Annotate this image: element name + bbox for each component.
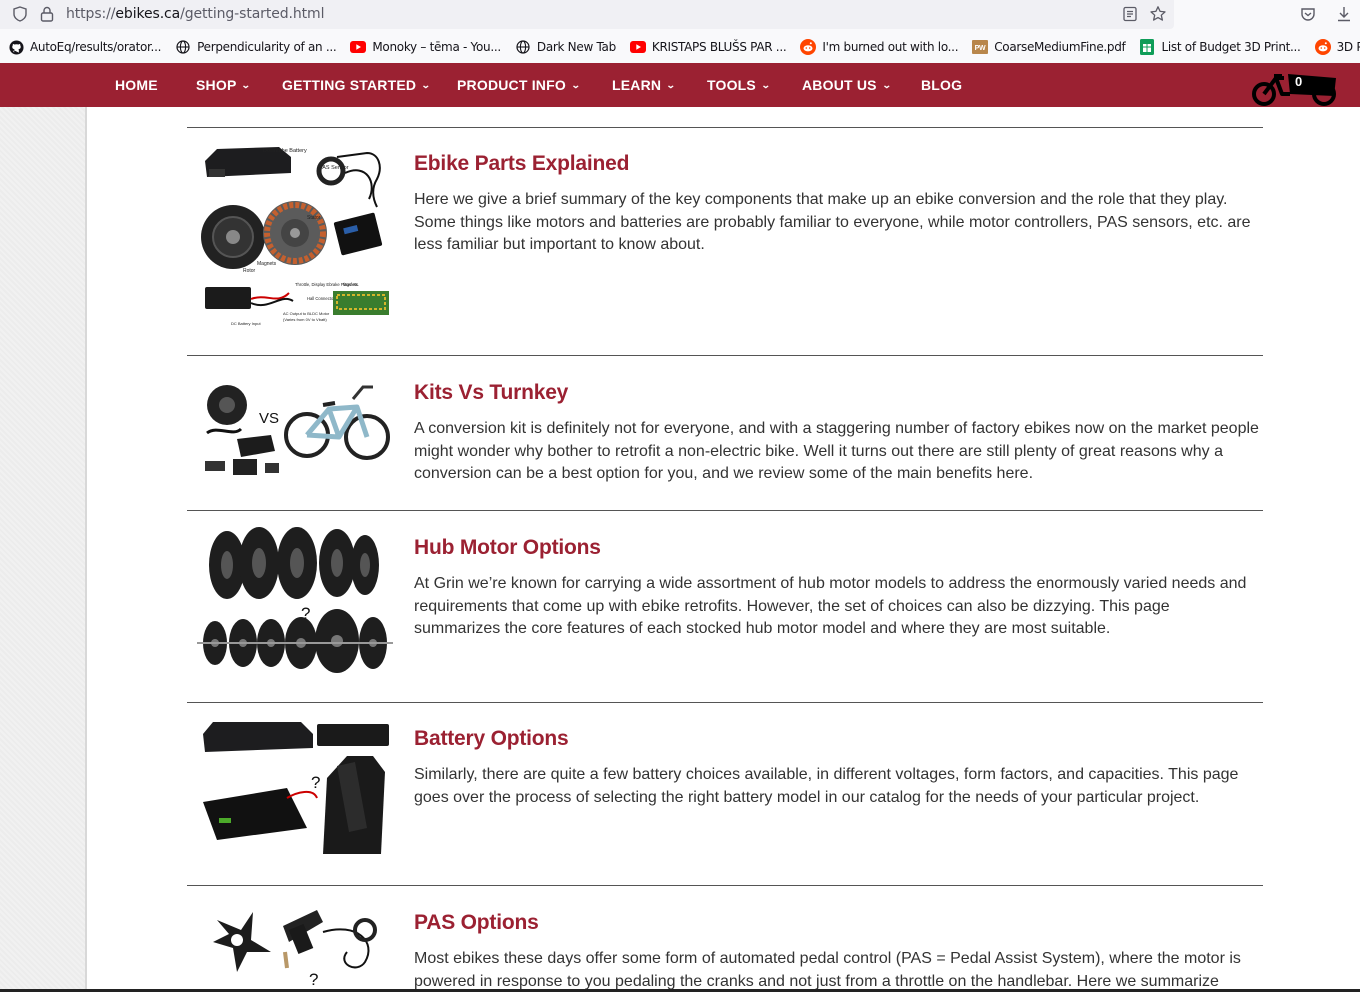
entry-description: A conversion kit is definitely not for e… [414,420,1259,482]
shield-icon[interactable] [11,5,29,23]
entry-description: Similarly, there are quite a few battery… [414,766,1239,806]
ebike-parts-image[interactable]: Downtube Battery PAS Sensor Magnets Roto… [197,143,393,329]
nav-home[interactable]: HOME [115,63,158,107]
globe-icon [175,39,191,55]
bookmark-label: List of Budget 3D Print... [1161,40,1301,54]
bookmark-label: Perpendicularity of an ... [197,40,337,54]
reddit-icon [800,39,817,55]
nav-label: LEARN [612,77,662,93]
bookmark-label: Dark New Tab [536,40,616,54]
url-text[interactable]: https://ebikes.ca/getting-started.html [66,6,324,22]
url-host: ebikes.ca [115,6,181,22]
bookmark-label: AutoEq/results/orator... [30,40,162,54]
image-label: DC Battery Input [231,321,261,326]
image-label: Downtube Battery [263,148,307,154]
bookmark-item[interactable]: Dark New Tab [507,39,622,55]
image-label: Mosfets [343,282,358,287]
globe-icon [515,39,531,55]
chevron-down-icon: ⌄ [570,79,581,90]
nav-label: GETTING STARTED [282,77,417,93]
bookmark-label: Monoky – tēma - You... [372,40,501,54]
address-bar[interactable]: https://ebikes.ca/getting-started.html [0,0,1174,29]
entry-title-link[interactable]: Hub Motor Options [414,536,601,560]
entry-title-link[interactable]: Kits Vs Turnkey [414,381,568,405]
question-mark-label: ? [309,970,318,989]
chevron-down-icon: ⌄ [241,79,252,90]
nav-about-us[interactable]: ABOUT US ⌄ [802,63,892,107]
chevron-down-icon: ⌄ [666,79,677,90]
entry-title-link[interactable]: PAS Options [414,911,539,935]
bookmark-item[interactable]: 3D Printed Subaru W [1307,39,1360,55]
divider [187,355,1263,356]
question-mark-label: ? [311,773,320,792]
image-label: Hall Connector [307,296,335,301]
divider [187,127,1263,128]
nav-blog[interactable]: BLOG [921,63,962,107]
entry-title-link[interactable]: Ebike Parts Explained [414,152,629,176]
svg-text:PW: PW [975,45,986,52]
nav-label: PRODUCT INFO [457,77,566,93]
image-label: AC Output to BLDC Motor [283,311,330,316]
nav-label: TOOLS [707,77,756,93]
reader-view-icon[interactable] [1121,5,1139,23]
bookmark-item[interactable]: I'm burned out with lo... [792,39,964,55]
chevron-down-icon: ⌄ [760,79,771,90]
bookmark-item[interactable]: AutoEq/results/orator... [0,39,167,55]
nav-label: BLOG [921,77,963,93]
url-prefix: https:// [66,6,116,22]
cart-count: 0 [1295,74,1303,89]
youtube-icon [629,39,646,55]
divider [187,510,1263,511]
bookmark-label: I'm burned out with lo... [822,40,959,54]
pocket-icon[interactable] [1298,5,1318,23]
entry-description: At Grin we’re known for carrying a wide … [414,575,1247,637]
entry-title-link[interactable]: Battery Options [414,727,569,751]
bookmark-star-icon[interactable] [1148,4,1168,24]
lock-icon[interactable] [38,5,56,23]
image-label: Stator [307,215,321,221]
nav-tools[interactable]: TOOLS ⌄ [707,63,771,107]
bookmarks-toolbar: AutoEq/results/orator... Perpendicularit… [0,31,1360,63]
download-icon[interactable] [1334,4,1354,24]
vs-label: VS [259,410,279,427]
bookmark-item[interactable]: PW CoarseMediumFine.pdf [964,39,1131,55]
divider [187,885,1263,886]
nav-label: SHOP [196,77,237,93]
chevron-down-icon: ⌄ [881,79,892,90]
pas-options-image[interactable]: ? [197,902,393,989]
bookmark-item[interactable]: Monoky – tēma - You... [342,39,507,55]
bookmark-label: CoarseMediumFine.pdf [994,40,1126,54]
image-label: Rotor [243,268,256,274]
bookmark-item[interactable]: Perpendicularity of an ... [167,39,342,55]
nav-label: HOME [115,77,158,93]
nav-learn[interactable]: LEARN ⌄ [612,63,677,107]
bookmark-item[interactable]: List of Budget 3D Print... [1131,39,1306,55]
site-nav: HOME SHOP ⌄ GETTING STARTED ⌄ PRODUCT INFO… [0,63,1360,107]
bookmark-label: KRISTAPS BLUŠS PAR ... [651,40,787,54]
entry-description: Here we give a brief summary of the key … [414,191,1251,253]
hub-motor-options-image[interactable]: ? [197,527,393,677]
nav-getting-started[interactable]: GETTING STARTED ⌄ [282,63,432,107]
image-label: (Varies from 0V to Vbatt) [283,317,327,322]
divider [187,702,1263,703]
image-label: PAS Sensor [319,165,349,171]
page-background-texture [0,107,86,992]
nav-product-info[interactable]: PRODUCT INFO ⌄ [457,63,581,107]
pdf-icon: PW [972,39,989,55]
nav-label: ABOUT US [802,77,877,93]
entry-description: Most ebikes these days offer some form o… [414,950,1241,990]
youtube-icon [350,39,367,55]
sheets-icon [1139,39,1155,55]
nav-shop[interactable]: SHOP ⌄ [196,63,252,107]
browser-toolbar: https://ebikes.ca/getting-started.html [0,0,1360,31]
github-icon [8,39,24,55]
kits-vs-turnkey-image[interactable]: VS [197,377,393,481]
battery-options-image[interactable]: ? [197,718,393,860]
reddit-icon [1314,39,1331,55]
image-label: Magnets [257,261,277,267]
chevron-down-icon: ⌄ [421,79,432,90]
bookmark-label: 3D Printed Subaru W [1336,40,1360,54]
url-path: /getting-started.html [180,6,325,22]
bookmark-item[interactable]: KRISTAPS BLUŠS PAR ... [622,39,792,55]
